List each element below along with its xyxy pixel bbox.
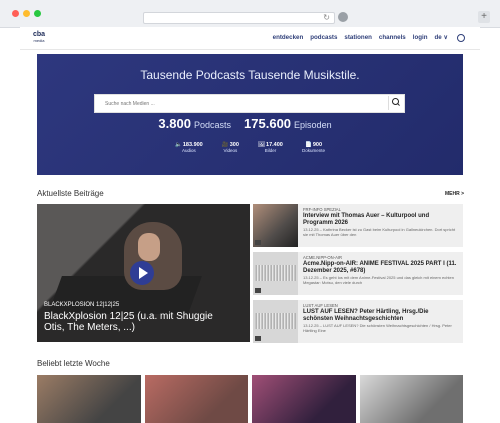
popular-strip xyxy=(37,375,463,423)
reload-icon[interactable]: ↻ xyxy=(323,13,330,23)
popular-thumbnail[interactable] xyxy=(359,375,463,423)
latest-posts-title: Aktuellste Beiträge xyxy=(37,189,104,198)
featured-channel: BLACKXPLOSION 12|12|25 xyxy=(44,302,120,308)
item-channel: LUST AUF LESEN xyxy=(303,303,338,308)
popular-thumbnail[interactable] xyxy=(144,375,248,423)
item-title[interactable]: Interview mit Thomas Auer – Kulturpool u… xyxy=(303,213,458,226)
episodes-count: 175.600 xyxy=(244,116,292,131)
media-type-stats: 🔈183.900 Audios 🎥300 Videos 🖼17.400 Bilder … xyxy=(175,142,325,153)
search-button[interactable] xyxy=(388,96,403,110)
item-channel: ACME.NIPP-ON-AIR xyxy=(303,255,343,260)
item-thumbnail[interactable] xyxy=(253,252,298,295)
images-stat: 🖼17.400 Bilder xyxy=(258,142,283,153)
latest-item[interactable]: LUST AUF LESEN LUST AUF LESEN? Peter Här… xyxy=(253,300,463,343)
item-title[interactable]: LUST AUF LESEN? Peter Härtling, Hrsg./Di… xyxy=(303,309,458,322)
popular-title: Beliebt letzte Woche xyxy=(37,359,110,368)
episodes-label: Episoden xyxy=(294,120,332,130)
podcasts-label: Podcasts xyxy=(193,120,231,130)
extension-icon[interactable] xyxy=(338,12,348,22)
address-bar[interactable]: ↻ xyxy=(143,12,335,24)
hero-search xyxy=(94,94,405,113)
featured-title[interactable]: BlackXplosion 12|25 (u.a. mit Shuggie Ot… xyxy=(44,311,234,333)
audio-badge-icon xyxy=(255,240,261,245)
play-icon[interactable] xyxy=(130,261,154,285)
nav-channels[interactable]: channels xyxy=(379,34,406,42)
featured-post[interactable]: BLACKXPLOSION 12|12|25 BlackXplosion 12|… xyxy=(37,204,250,342)
nav-stationen[interactable]: stationen xyxy=(344,34,372,42)
audio-badge-icon xyxy=(255,336,261,341)
latest-item[interactable]: ACME.NIPP-ON-AIR Acme.Nipp-on-AIR: ANIME… xyxy=(253,252,463,295)
latest-item[interactable]: FRF-INFO SPEZIAL Interview mit Thomas Au… xyxy=(253,204,463,247)
item-description: 13.12.25 – LUST AUF LESEN? Die schönsten… xyxy=(303,323,452,333)
logo-text-sub: media xyxy=(33,38,45,43)
item-description: 13.12.25 – Es geht los mit dem Anime-Fes… xyxy=(303,275,454,285)
hero-banner: Tausende Podcasts Tausende Musikstile. 3… xyxy=(37,54,463,175)
language-selector[interactable]: de ∨ xyxy=(435,34,448,42)
nav-entdecken[interactable]: entdecken xyxy=(273,34,304,42)
logo-text-main: cba xyxy=(32,31,46,38)
nav-links: entdecken podcasts stationen channels lo… xyxy=(273,34,465,42)
hero-stats: 3.800 Podcasts 175.600 Episoden xyxy=(37,116,463,131)
media-search-input[interactable] xyxy=(103,98,377,110)
top-navigation: cba media entdecken podcasts stationen c… xyxy=(20,27,480,50)
minimize-window-dot[interactable] xyxy=(23,10,30,17)
nav-login[interactable]: login xyxy=(413,34,428,42)
magnifier-icon xyxy=(392,98,399,105)
audios-stat: 🔈183.900 Audios xyxy=(175,142,203,153)
host-face xyxy=(138,233,160,261)
cba-logo[interactable]: cba media xyxy=(29,31,49,45)
item-thumbnail[interactable] xyxy=(253,204,298,247)
nav-podcasts[interactable]: podcasts xyxy=(310,34,337,42)
audio-icon: 🔈 xyxy=(175,142,182,148)
popular-thumbnail[interactable] xyxy=(37,375,141,423)
website: cba media entdecken podcasts stationen c… xyxy=(20,27,480,423)
audio-badge-icon xyxy=(255,288,261,293)
videos-stat: 🎥300 Videos xyxy=(221,142,239,153)
new-tab-button[interactable]: + xyxy=(478,11,490,23)
item-title[interactable]: Acme.Nipp-on-AIR: ANIME FESTIVAL 2025 PA… xyxy=(303,261,458,274)
item-channel: FRF-INFO SPEZIAL xyxy=(303,207,341,212)
close-window-dot[interactable] xyxy=(12,10,19,17)
more-link[interactable]: MEHR > xyxy=(445,191,464,197)
browser-chrome: ↻ + xyxy=(0,0,500,28)
item-thumbnail[interactable] xyxy=(253,300,298,343)
popular-thumbnail[interactable] xyxy=(252,375,356,423)
image-icon: 🖼 xyxy=(258,142,266,148)
hero-title: Tausende Podcasts Tausende Musikstile. xyxy=(140,68,360,82)
item-description: 13.12.25 – Kathrina Becker ist zu Gast b… xyxy=(303,227,456,237)
maximize-window-dot[interactable] xyxy=(34,10,41,17)
podcasts-count: 3.800 xyxy=(158,116,191,131)
search-icon[interactable] xyxy=(457,34,465,42)
documents-stat: 📄900 Dokumente xyxy=(301,142,325,153)
